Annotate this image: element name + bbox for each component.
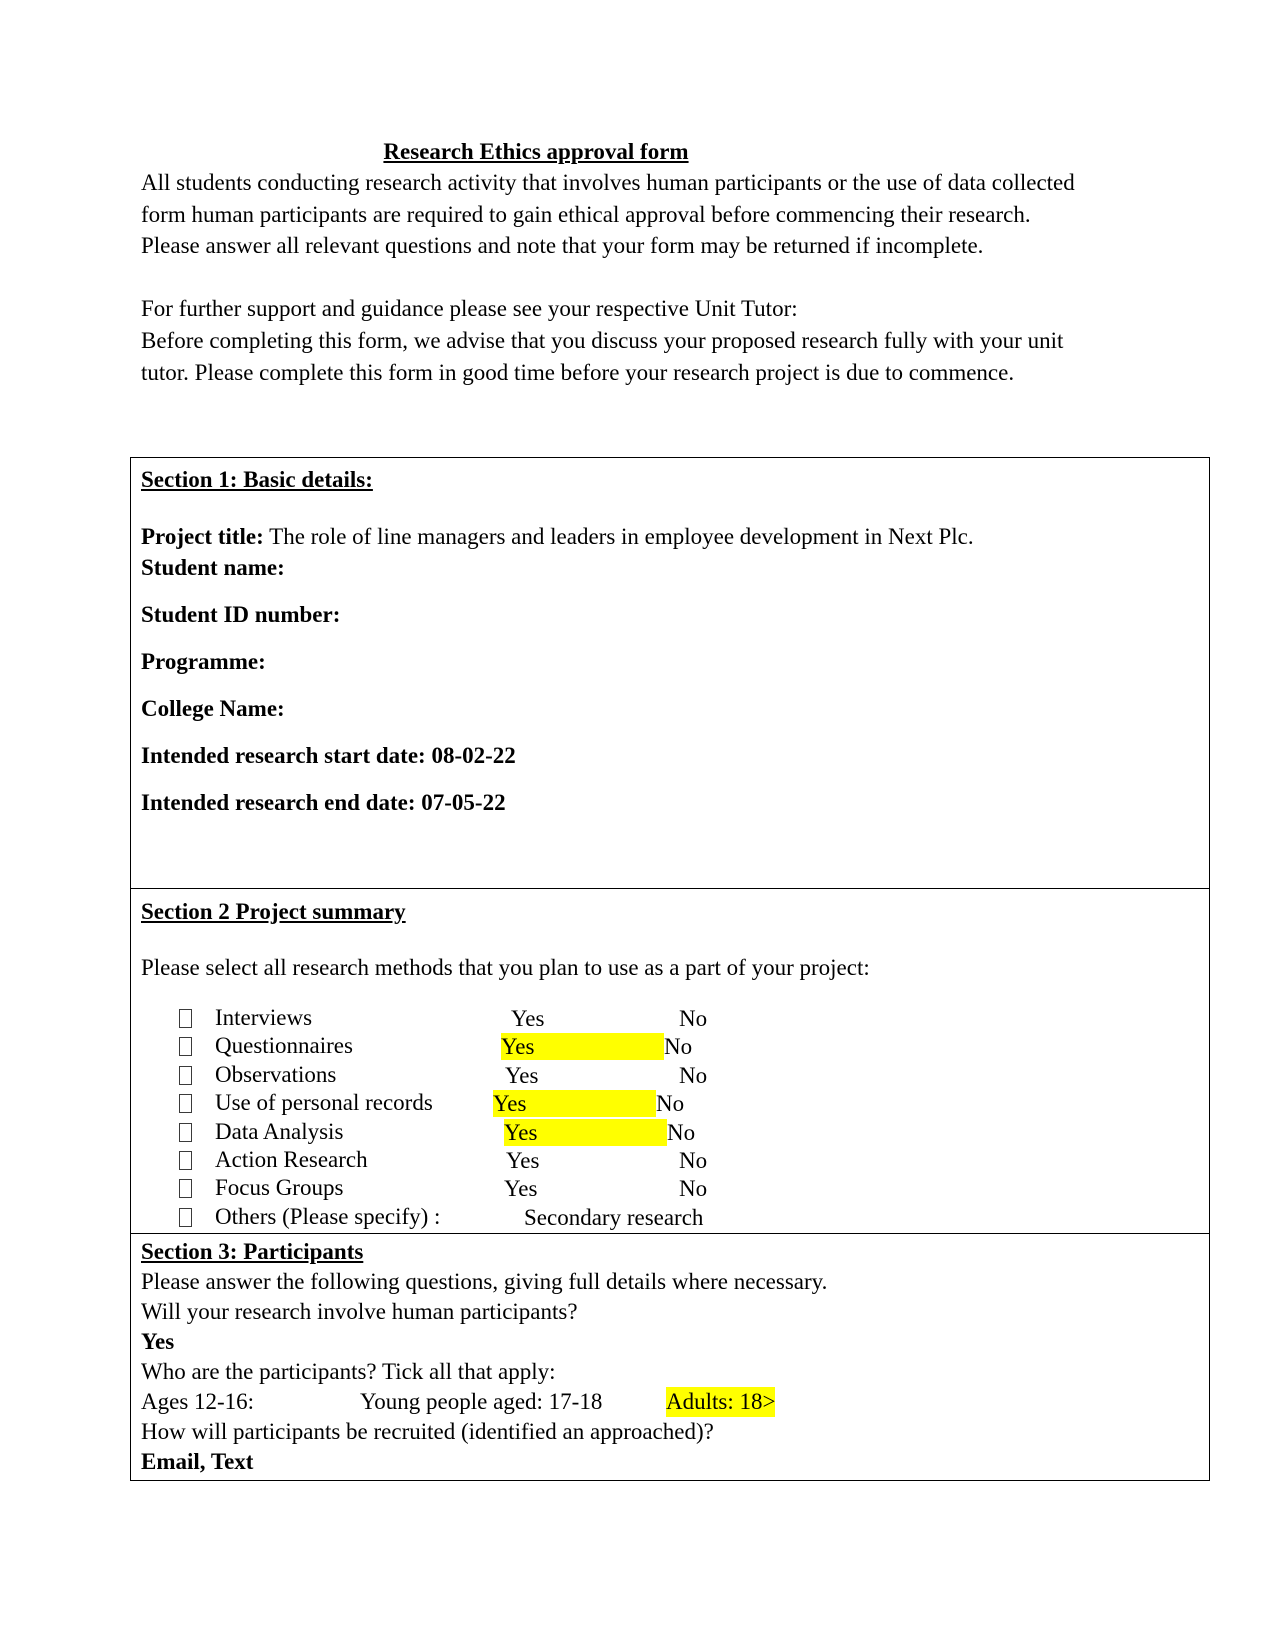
method-no-option[interactable]: No [679, 1005, 707, 1032]
guidance-paragraph: Before completing this form, we advise t… [141, 327, 1064, 385]
project-title-field: Project title: The role of line managers… [141, 521, 1199, 552]
method-label: Questionnaires [215, 1033, 353, 1059]
method-row: Observations Yes No [179, 1061, 1199, 1089]
project-title-label: Project title: [141, 524, 264, 549]
method-yes-option[interactable]: Yes [506, 1147, 539, 1174]
checkbox-icon[interactable] [179, 1009, 192, 1028]
method-row: Use of personal records Yes No [179, 1089, 1199, 1118]
section-3-heading-text: Section 3: Participants [141, 1239, 364, 1265]
section-3-heading: Section 3: Participants [141, 1236, 1199, 1267]
participants-question: Will your research involve human partici… [141, 1299, 578, 1325]
section-1-spacer-2 [141, 583, 1199, 599]
intro-spacer [141, 262, 1081, 294]
method-row: Focus Groups Yes No [179, 1174, 1199, 1202]
age-group-12-16[interactable]: Ages 12-16: [141, 1387, 254, 1417]
method-yes-option[interactable]: Yes [501, 1033, 664, 1061]
checkbox-icon[interactable] [179, 1094, 192, 1114]
section-1-spacer-8 [141, 862, 1199, 878]
participants-answer: Yes [141, 1329, 175, 1355]
guidance-heading: For further support and guidance please … [141, 296, 798, 322]
others-value[interactable]: Secondary research [524, 1204, 703, 1231]
section-1-spacer-3 [141, 630, 1199, 646]
end-date-label: Intended research end date: 07-05-22 [141, 790, 506, 815]
section-2-prompt: Please select all research methods that … [141, 955, 870, 980]
checkbox-icon[interactable] [179, 1122, 192, 1142]
project-title-value: The role of line managers and leaders in… [269, 524, 974, 549]
section-1-spacer-5 [141, 724, 1199, 740]
method-no-option[interactable]: No [679, 1147, 707, 1174]
intro-paragraph: All students conducting research activit… [141, 170, 1075, 259]
college-name-field: College Name: [141, 693, 1199, 724]
method-row: Data Analysis Yes No [179, 1118, 1199, 1146]
start-date-field: Intended research start date: 08-02-22 [141, 740, 1199, 771]
others-label: Others (Please specify) : [215, 1203, 441, 1229]
checkbox-icon[interactable] [179, 1037, 192, 1057]
student-id-field: Student ID number: [141, 599, 1199, 630]
programme-field: Programme: [141, 646, 1199, 677]
section-3-instruction: Please answer the following questions, g… [141, 1269, 828, 1295]
research-methods-list: Interviews Yes No Questionnaires Yes No Observ… [141, 1004, 1199, 1231]
section-2-spacer-2 [141, 983, 1199, 1004]
section-2-heading-text: Section 2 Project summary [141, 899, 406, 924]
section-1-basic-details: Section 1: Basic details: Project title:… [131, 458, 1209, 889]
college-name-label: College Name: [141, 696, 285, 721]
method-no-option[interactable]: No [656, 1090, 684, 1117]
form-table: Section 1: Basic details: Project title:… [130, 457, 1210, 1482]
method-row-others: Others (Please specify) : Secondary resea… [179, 1203, 1199, 1231]
student-id-label: Student ID number: [141, 602, 341, 627]
section-2-heading: Section 2 Project summary [141, 896, 1199, 927]
method-label: Action Research [215, 1146, 368, 1172]
checkbox-icon[interactable] [179, 1207, 192, 1227]
checkbox-icon[interactable] [179, 1179, 192, 1199]
age-groups-row: Ages 12-16: Young people aged: 17-18 Adu… [141, 1387, 1199, 1418]
method-label: Interviews [215, 1005, 313, 1030]
method-yes-option[interactable]: Yes [504, 1118, 667, 1146]
recruitment-question: How will participants be recruited (iden… [141, 1419, 714, 1445]
method-label: Focus Groups [215, 1175, 344, 1201]
method-yes-option[interactable]: Yes [505, 1062, 538, 1089]
section-2-spacer-1 [141, 927, 1199, 953]
age-group-17-18[interactable]: Young people aged: 17-18 [360, 1387, 602, 1417]
end-date-field: Intended research end date: 07-05-22 [141, 787, 1199, 818]
method-label: Data Analysis [215, 1118, 344, 1144]
section-1-spacer-7 [141, 818, 1199, 862]
recruitment-answer: Email, Text [141, 1449, 254, 1475]
method-row: Interviews Yes No [179, 1004, 1199, 1032]
method-no-option[interactable]: No [664, 1033, 692, 1060]
method-yes-option[interactable]: Yes [511, 1005, 544, 1032]
section-2-project-summary: Section 2 Project summary Please select … [131, 889, 1209, 1235]
checkbox-icon[interactable] [179, 1150, 192, 1170]
section-1-spacer-1 [141, 495, 1199, 521]
intro-block: Research Ethics approval form All studen… [141, 136, 1081, 388]
section-1-spacer-6 [141, 771, 1199, 787]
who-participants-question: Who are the participants? Tick all that … [141, 1359, 556, 1385]
method-no-option[interactable]: No [667, 1119, 695, 1146]
method-label: Observations [215, 1061, 337, 1087]
page-title-text: Research Ethics approval form [383, 139, 689, 164]
checkbox-icon[interactable] [179, 1065, 192, 1085]
start-date-label: Intended research start date: 08-02-22 [141, 743, 516, 768]
method-yes-option[interactable]: Yes [493, 1090, 656, 1118]
method-no-option[interactable]: No [679, 1062, 707, 1089]
section-3-participants: Section 3: Participants Please answer th… [131, 1234, 1209, 1480]
method-no-option[interactable]: No [679, 1175, 707, 1202]
section-1-spacer-4 [141, 677, 1199, 693]
section-1-heading: Section 1: Basic details: [141, 464, 1199, 495]
student-name-label: Student name: [141, 555, 285, 580]
method-yes-option[interactable]: Yes [504, 1175, 537, 1202]
method-row: Action Research Yes No [179, 1146, 1199, 1174]
method-label: Use of personal records [215, 1090, 433, 1116]
method-row: Questionnaires Yes No [179, 1032, 1199, 1061]
age-group-adults[interactable]: Adults: 18> [666, 1387, 776, 1418]
section-1-heading-text: Section 1: Basic details: [141, 467, 373, 492]
page-title: Research Ethics approval form [141, 136, 1081, 167]
programme-label: Programme: [141, 649, 266, 674]
student-name-field: Student name: [141, 552, 1199, 583]
document-page: Research Ethics approval form All studen… [0, 0, 1275, 1651]
